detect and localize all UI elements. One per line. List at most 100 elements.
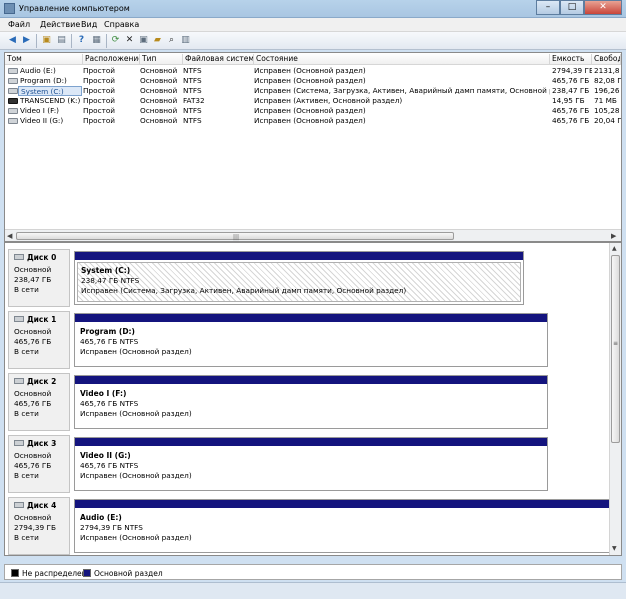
- disk-info[interactable]: Диск 1 Основной 465,76 ГБ В сети: [8, 311, 70, 369]
- disk-row[interactable]: Диск 1 Основной 465,76 ГБ В сети Program…: [8, 311, 608, 371]
- disk-icon[interactable]: ▥: [180, 35, 191, 46]
- column-header-type[interactable]: Тип: [140, 54, 183, 64]
- partition-size-fs: 465,76 ГБ NTFS: [80, 337, 139, 346]
- partition-system[interactable]: System (C:) 238,47 ГБ NTFS Исправен (Сис…: [74, 251, 524, 305]
- volume-layout: Простой: [83, 76, 116, 85]
- volume-row-selected[interactable]: System (C:) Простой Основной NTFS Исправ…: [5, 86, 621, 96]
- forward-icon[interactable]: ▶: [21, 35, 32, 46]
- volume-name: Audio (E:): [20, 66, 56, 75]
- partition-body: Program (D:) 465,76 ГБ NTFS Исправен (Ос…: [77, 324, 545, 364]
- disk-icon: [14, 254, 24, 260]
- column-header-filesystem[interactable]: Файловая система: [183, 54, 254, 64]
- disk-info[interactable]: Диск 3 Основной 465,76 ГБ В сети: [8, 435, 70, 493]
- partition-title: Program (D:): [80, 327, 135, 336]
- folder-open-icon[interactable]: ▰: [152, 35, 163, 46]
- scroll-right-icon[interactable]: ▶: [611, 232, 616, 240]
- volume-filesystem: NTFS: [183, 116, 202, 125]
- disk-info[interactable]: Диск 0 Основной 238,47 ГБ В сети: [8, 249, 70, 307]
- properties-icon[interactable]: ▦: [91, 35, 102, 46]
- back-icon[interactable]: ◀: [7, 35, 18, 46]
- column-header-layout[interactable]: Расположение: [83, 54, 140, 64]
- disk-name: Диск 3: [27, 439, 57, 448]
- disk-size: 2794,39 ГБ: [14, 523, 56, 532]
- close-button[interactable]: ✕: [584, 0, 622, 15]
- volume-row[interactable]: Video II (G:) Простой Основной NTFS Испр…: [5, 116, 621, 126]
- volume-row[interactable]: Video I (F:) Простой Основной NTFS Испра…: [5, 106, 621, 116]
- help-icon[interactable]: ?: [76, 35, 87, 46]
- partition-body: Audio (E:) 2794,39 ГБ NTFS Исправен (Осн…: [77, 510, 607, 550]
- disk-state: В сети: [14, 471, 39, 480]
- export-icon[interactable]: ▣: [138, 35, 149, 46]
- volume-capacity: 465,76 ГБ: [552, 106, 590, 115]
- volume-free: 2131,8: [594, 66, 620, 75]
- minimize-button[interactable]: –: [536, 0, 560, 15]
- partition-audio[interactable]: Audio (E:) 2794,39 ГБ NTFS Исправен (Осн…: [74, 499, 610, 553]
- toolbar-separator: [36, 34, 37, 48]
- volume-capacity: 2794,39 ГБ: [552, 66, 592, 75]
- partition-title: System (C:): [81, 266, 131, 275]
- column-header-volume[interactable]: Том: [5, 54, 83, 64]
- disk-row[interactable]: Диск 3 Основной 465,76 ГБ В сети Video I…: [8, 435, 608, 495]
- partition-program[interactable]: Program (D:) 465,76 ГБ NTFS Исправен (Ос…: [74, 313, 548, 367]
- disk-info[interactable]: Диск 2 Основной 465,76 ГБ В сети: [8, 373, 70, 431]
- volume-row[interactable]: TRANSCEND (K:) Простой Основной FAT32 Ис…: [5, 96, 621, 106]
- disk-kind: Основной: [14, 513, 52, 522]
- scroll-down-icon[interactable]: ▼: [612, 545, 617, 552]
- partition-body: Video I (F:) 465,76 ГБ NTFS Исправен (Ос…: [77, 386, 545, 426]
- volume-status: Исправен (Активен, Основной раздел): [254, 96, 403, 105]
- disk-row[interactable]: Диск 2 Основной 465,76 ГБ В сети Video I…: [8, 373, 608, 433]
- title-bar: Управление компьютером – □ ✕: [0, 0, 626, 18]
- scroll-grip-icon: ≡: [613, 340, 619, 347]
- vertical-scroll-thumb[interactable]: ≡: [611, 255, 620, 443]
- up-folder-icon[interactable]: ▣: [41, 35, 52, 46]
- disk-row[interactable]: Диск 4 Основной 2794,39 ГБ В сети Audio …: [8, 497, 610, 555]
- horizontal-scroll-thumb[interactable]: |||: [16, 232, 454, 241]
- volume-free: 71 МБ: [594, 96, 617, 105]
- disk-icon: [14, 378, 24, 384]
- disk-row[interactable]: Диск 0 Основной 238,47 ГБ В сети System …: [8, 249, 608, 309]
- drive-icon: [8, 88, 18, 94]
- volume-filesystem: NTFS: [183, 86, 202, 95]
- disk-map: Диск 0 Основной 238,47 ГБ В сети System …: [4, 242, 622, 556]
- disk-map-vertical-scrollbar[interactable]: ▲ ≡ ▼: [609, 243, 621, 555]
- search-icon[interactable]: ⌕: [166, 35, 177, 46]
- volume-filesystem: FAT32: [183, 96, 205, 105]
- disk-kind: Основной: [14, 451, 52, 460]
- partition-status: Исправен (Основной раздел): [80, 533, 192, 542]
- scroll-left-icon[interactable]: ◀: [7, 232, 12, 240]
- column-header-capacity[interactable]: Емкость: [550, 54, 592, 64]
- disk-icon: [14, 316, 24, 322]
- drive-icon: [8, 68, 18, 74]
- scroll-up-icon[interactable]: ▲: [612, 245, 617, 252]
- column-header-status[interactable]: Состояние: [254, 54, 550, 64]
- column-header-free[interactable]: Свобод: [592, 54, 621, 64]
- disk-info[interactable]: Диск 4 Основной 2794,39 ГБ В сети: [8, 497, 70, 555]
- computer-management-icon: [4, 3, 15, 14]
- maximize-button[interactable]: □: [560, 0, 584, 15]
- console-tree-icon[interactable]: ▤: [56, 35, 67, 46]
- volume-status: Исправен (Основной раздел): [254, 66, 366, 75]
- menu-view[interactable]: Вид: [81, 20, 97, 29]
- disk-state: В сети: [14, 285, 39, 294]
- menu-action[interactable]: Действие: [40, 20, 80, 29]
- volume-name: Program (D:): [20, 76, 67, 85]
- volume-status: Исправен (Основной раздел): [254, 76, 366, 85]
- disk-kind: Основной: [14, 265, 52, 274]
- disk-size: 238,47 ГБ: [14, 275, 52, 284]
- menu-file[interactable]: Файл: [8, 20, 30, 29]
- disk-kind: Основной: [14, 389, 52, 398]
- legend-primary-swatch: [83, 569, 91, 577]
- delete-icon[interactable]: ✕: [124, 35, 135, 46]
- partition-video-1[interactable]: Video I (F:) 465,76 ГБ NTFS Исправен (Ос…: [74, 375, 548, 429]
- refresh-icon[interactable]: ⟳: [110, 35, 121, 46]
- disk-size: 465,76 ГБ: [14, 461, 52, 470]
- volume-list: Том Расположение Тип Файловая система Со…: [4, 52, 622, 242]
- volume-row[interactable]: Audio (E:) Простой Основной NTFS Исправе…: [5, 66, 621, 76]
- volume-type: Основной: [140, 116, 178, 125]
- partition-video-2[interactable]: Video II (G:) 465,76 ГБ NTFS Исправен (О…: [74, 437, 548, 491]
- menu-help[interactable]: Справка: [104, 20, 139, 29]
- volume-row[interactable]: Program (D:) Простой Основной NTFS Испра…: [5, 76, 621, 86]
- volume-list-horizontal-scrollbar[interactable]: ◀ ||| ▶: [5, 229, 621, 241]
- toolbar: ◀ ▶ ▣ ▤ ? ▦ ⟳ ✕ ▣ ▰ ⌕ ▥: [0, 32, 626, 50]
- legend-unallocated-label: Не распределен: [22, 569, 87, 578]
